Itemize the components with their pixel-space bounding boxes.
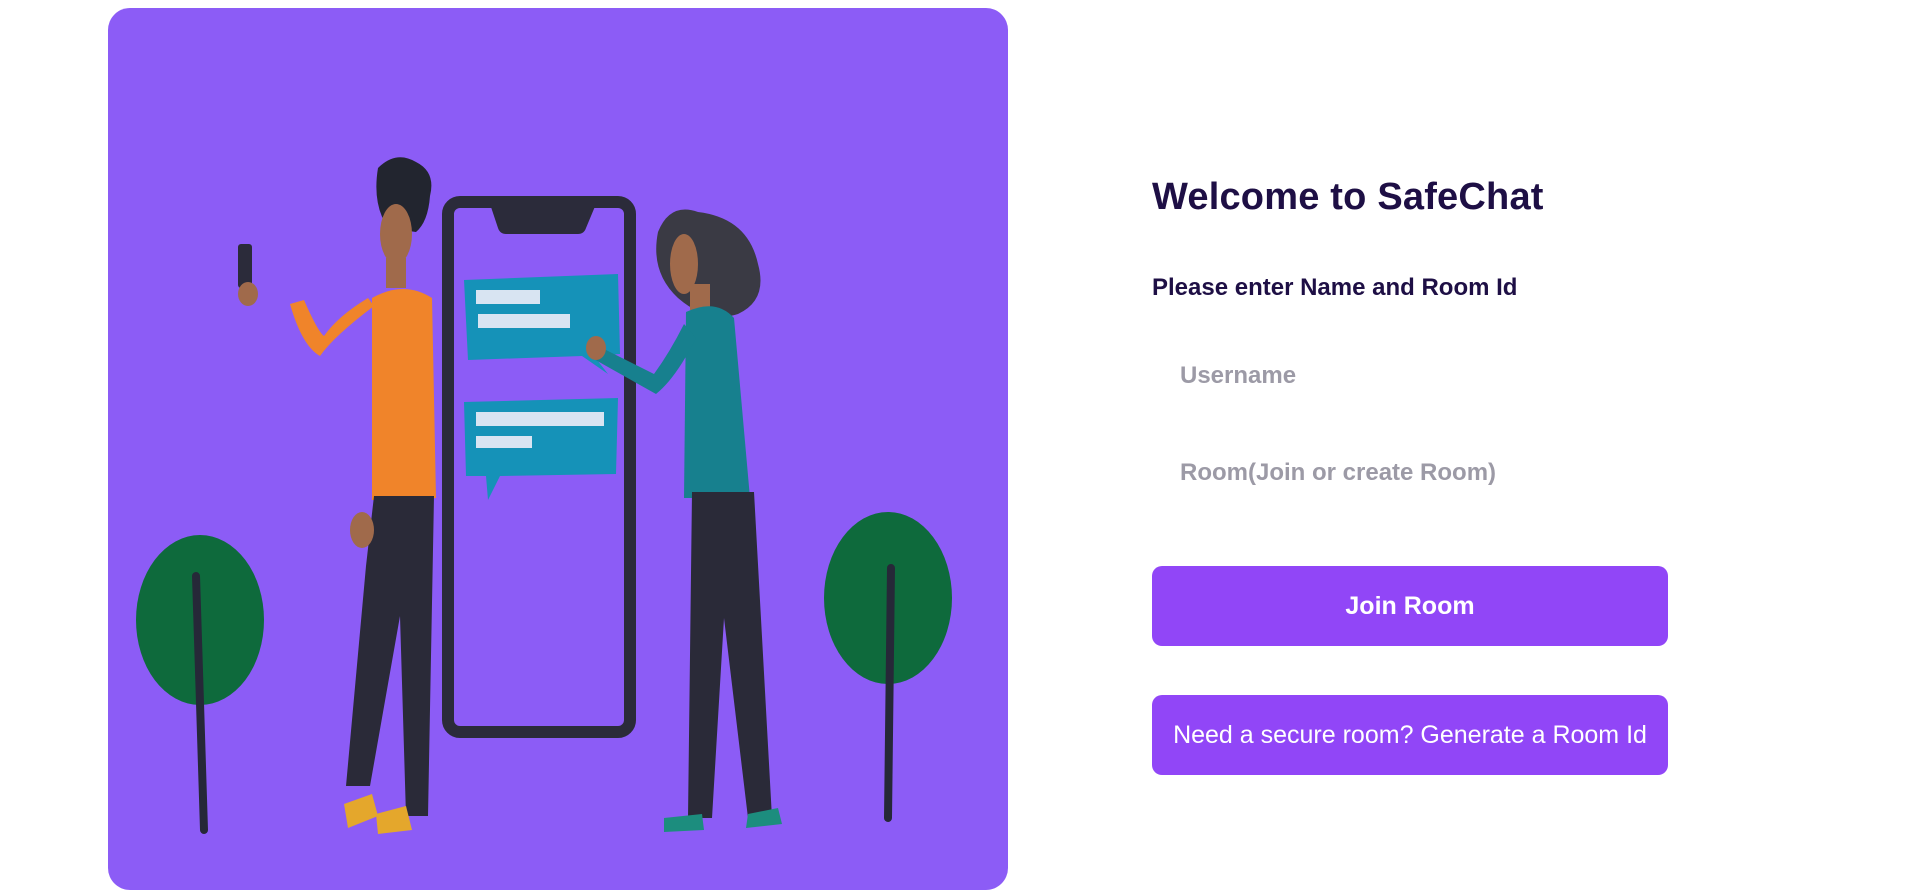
join-room-button[interactable]: Join Room: [1152, 566, 1668, 646]
left-tree: [136, 535, 264, 834]
man-figure: [238, 157, 436, 834]
generate-room-id-button[interactable]: Need a secure room? Generate a Room Id: [1152, 695, 1668, 775]
right-tree: [824, 512, 952, 822]
chat-illustration: [136, 157, 952, 834]
page-title: Welcome to SafeChat: [1152, 176, 1544, 218]
hero-illustration-panel: [108, 8, 1008, 890]
room-id-input[interactable]: [1152, 445, 1497, 501]
username-input[interactable]: [1152, 348, 1512, 404]
form-instructions: Please enter Name and Room Id: [1152, 274, 1518, 301]
chat-bubble-bottom: [464, 398, 618, 500]
